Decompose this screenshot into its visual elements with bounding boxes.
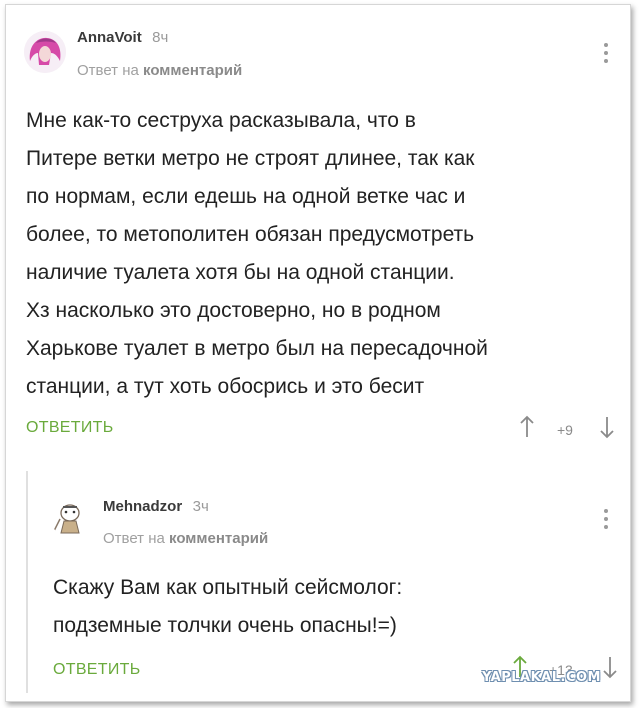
comment-line: Скажу Вам как опытный сейсмолог: — [53, 576, 403, 599]
avatar-image — [24, 31, 66, 73]
more-options-icon[interactable] — [604, 43, 608, 67]
reply-prefix: Ответ на — [77, 62, 139, 79]
comment-line: по нормам, если едешь на одной ветке час… — [26, 185, 466, 208]
avatar-image — [50, 497, 90, 537]
comment-line: более, то метополитен обязан предусмотре… — [26, 223, 475, 246]
upvote-arrow-icon[interactable] — [519, 415, 535, 444]
comment-1-header: AnnaVoit 8ч — [77, 29, 168, 47]
site-watermark: YAPLAKAL.COM — [482, 670, 601, 685]
screenshot-frame: AnnaVoit 8ч Ответ на комментарий Мне как… — [5, 4, 631, 702]
reply-prefix: Ответ на — [103, 530, 165, 547]
comment-line: подземные толчки очень опасны!=) — [53, 614, 397, 637]
downvote-arrow-icon[interactable] — [602, 655, 618, 684]
comment-2-body: Скажу Вам как опытный сейсмолог: подземн… — [53, 569, 613, 645]
reply-meta: Ответ на комментарий — [77, 62, 242, 79]
comment-1-body: Мне как-то сеструха расказывала, что в П… — [26, 102, 616, 406]
comment-2-header: Mehnadzor 3ч — [103, 498, 209, 516]
timestamp: 3ч — [192, 498, 209, 515]
reply-target-link[interactable]: комментарий — [169, 530, 268, 547]
comment-line: Мне как-то сеструха расказывала, что в — [26, 109, 416, 132]
comment-line: наличие туалета хотя бы на одной станции… — [26, 261, 455, 284]
username[interactable]: AnnaVoit — [77, 29, 142, 46]
avatar-annavoit[interactable] — [24, 31, 66, 73]
more-options-icon[interactable] — [604, 509, 608, 533]
reply-button[interactable]: ОТВЕТИТЬ — [53, 661, 141, 679]
thread-indent-line — [26, 471, 28, 693]
comment-line: Харькове туалет в метро был на пересадоч… — [26, 337, 488, 360]
score: +9 — [557, 422, 573, 438]
timestamp: 8ч — [152, 29, 169, 46]
reply-button[interactable]: ОТВЕТИТЬ — [26, 419, 114, 437]
username[interactable]: Mehnadzor — [103, 498, 182, 515]
reply-meta: Ответ на комментарий — [103, 530, 268, 547]
comment-line: Хз насколько это достоверно, но в родном — [26, 299, 441, 322]
reply-target-link[interactable]: комментарий — [143, 62, 242, 79]
downvote-arrow-icon[interactable] — [599, 415, 615, 444]
comment-line: станции, а тут хоть обосрись и это бесит — [26, 375, 425, 398]
avatar-mehnadzor[interactable] — [50, 497, 90, 537]
comment-line: Питере ветки метро не строят длинее, так… — [26, 147, 475, 170]
